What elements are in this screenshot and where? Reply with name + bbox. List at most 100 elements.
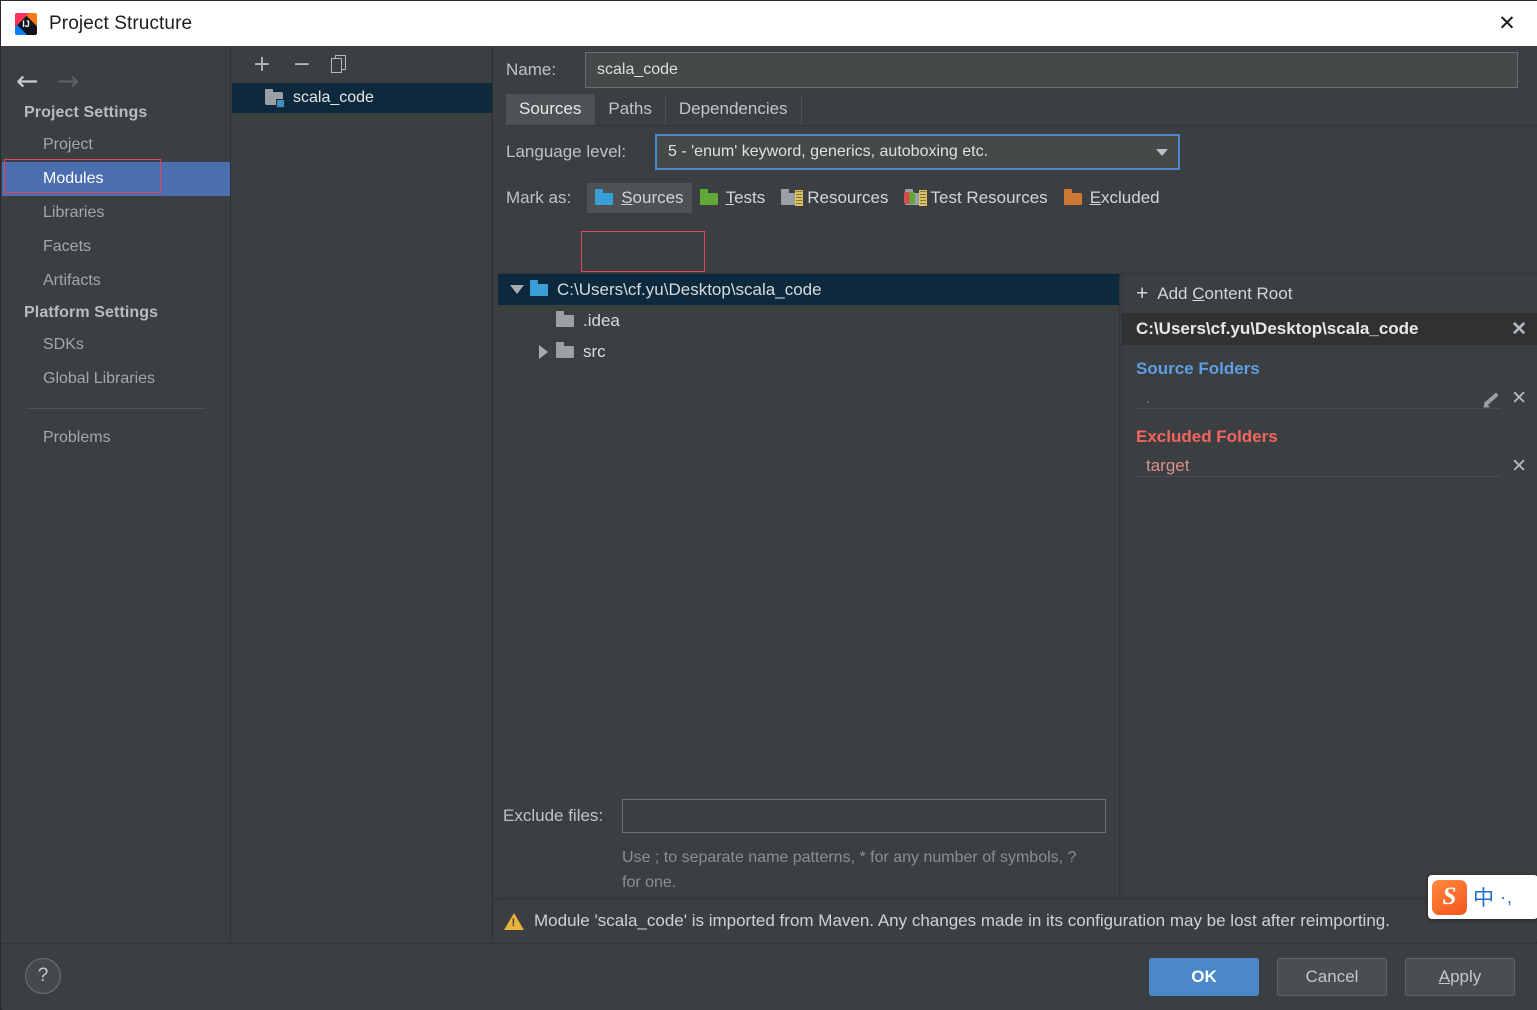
language-level-label: Language level:: [506, 142, 627, 161]
tree-row[interactable]: C:\Users\cf.yu\Desktop\scala_code: [498, 274, 1119, 305]
sidebar-item-modules[interactable]: Modules: [2, 162, 230, 196]
sidebar-item-global-libraries[interactable]: Global Libraries: [2, 362, 230, 396]
warning-icon: [504, 912, 524, 930]
excluded-folder-entry[interactable]: target ✕: [1122, 451, 1537, 481]
chevron-down-icon[interactable]: [504, 285, 530, 294]
excluded-folder-name: target: [1146, 456, 1190, 475]
mark-as-test-resources-button[interactable]: Test Resources: [897, 183, 1056, 213]
ime-punctuation-icon[interactable]: ·,: [1500, 887, 1513, 908]
module-list-item[interactable]: scala_code: [232, 83, 492, 113]
exclude-files-input[interactable]: [622, 799, 1106, 833]
tab-sources[interactable]: Sources: [506, 94, 596, 125]
cancel-button[interactable]: Cancel: [1277, 958, 1387, 996]
sogou-ime-toolbar[interactable]: S 中 ·,: [1428, 875, 1537, 919]
excluded-folders-title: Excluded Folders: [1136, 427, 1278, 446]
tab-paths[interactable]: Paths: [595, 94, 666, 125]
mark-as-excluded-label: Excluded: [1089, 188, 1160, 207]
remove-excluded-folder-icon[interactable]: ✕: [1511, 457, 1527, 476]
exclude-files-row: Exclude files:: [498, 799, 1120, 833]
add-module-button[interactable]: +: [251, 53, 273, 76]
mark-as-resources-button[interactable]: Resources: [773, 183, 896, 213]
folder-orange-icon: [1063, 188, 1083, 206]
mark-as-test-resources-label: Test Resources: [930, 188, 1048, 207]
sidebar-divider: [26, 408, 206, 409]
folder-blue-icon: [595, 188, 614, 206]
folder-gray-icon: [556, 311, 575, 328]
sidebar-group-platform-settings: Platform Settings: [24, 304, 159, 321]
source-folder-entry[interactable]: . ✕: [1122, 383, 1537, 413]
mark-as-resources-label: Resources: [807, 188, 889, 207]
module-name-row: Name: scala_code: [494, 46, 1537, 94]
ime-mode-icon[interactable]: 中: [1473, 882, 1494, 912]
edit-pencil-icon[interactable]: [1483, 390, 1500, 407]
tree-row-label: .idea: [583, 310, 620, 330]
entry-underline: [1136, 408, 1501, 409]
remove-source-folder-icon[interactable]: ✕: [1511, 389, 1527, 408]
forward-arrow-icon[interactable]: →: [57, 68, 80, 95]
close-icon[interactable]: ✕: [1476, 1, 1537, 46]
sidebar-item-problems[interactable]: Problems: [2, 421, 230, 455]
module-list-panel: + − scala_code: [232, 46, 493, 942]
mark-as-tests-label: Tests: [725, 188, 766, 207]
tree-row-label: C:\Users\cf.yu\Desktop\scala_code: [557, 279, 822, 299]
exclude-files-block: Exclude files: Use ; to separate name pa…: [498, 799, 1120, 895]
tree-row[interactable]: .idea: [498, 305, 1119, 336]
maven-warning-text: Module 'scala_code' is imported from Mav…: [534, 911, 1390, 930]
sidebar-item-facets[interactable]: Facets: [2, 230, 230, 264]
maven-warning-strip: Module 'scala_code' is imported from Mav…: [494, 899, 1537, 942]
language-level-select[interactable]: 5 - 'enum' keyword, generics, autoboxing…: [655, 134, 1180, 170]
sidebar-item-artifacts[interactable]: Artifacts: [2, 264, 230, 298]
mark-as-sources-label: Sources: [621, 188, 684, 207]
tree-row[interactable]: src: [498, 336, 1119, 367]
content-root-header: C:\Users\cf.yu\Desktop\scala_code ✕: [1122, 313, 1537, 345]
nav-history-controls: ← →: [2, 46, 230, 98]
dialog-buttons: OK Cancel Apply: [1149, 958, 1515, 996]
folder-resources-icon: [781, 188, 804, 206]
language-level-value: 5 - 'enum' keyword, generics, autoboxing…: [668, 143, 989, 160]
module-list-item-label: scala_code: [293, 89, 374, 106]
help-button[interactable]: ?: [25, 958, 61, 994]
sidebar-item-libraries[interactable]: Libraries: [2, 196, 230, 230]
chevron-down-icon: [1156, 148, 1168, 156]
remove-module-button[interactable]: −: [291, 53, 313, 76]
tab-dependencies[interactable]: Dependencies: [666, 94, 802, 125]
apply-button[interactable]: Apply: [1405, 958, 1515, 996]
window-titlebar: Project Structure ✕: [1, 1, 1537, 46]
plus-icon: +: [1136, 282, 1149, 305]
module-name-label: Name:: [506, 60, 557, 79]
intellij-idea-icon: [15, 12, 37, 35]
content-root-path: C:\Users\cf.yu\Desktop\scala_code: [1136, 319, 1419, 338]
mark-as-sources-button[interactable]: Sources: [587, 183, 692, 213]
add-content-root-button[interactable]: + Add Content Root: [1122, 274, 1537, 313]
mark-as-label: Mark as:: [506, 188, 572, 207]
remove-content-root-icon[interactable]: ✕: [1511, 320, 1527, 339]
ok-button[interactable]: OK: [1149, 958, 1259, 996]
module-name-input[interactable]: scala_code: [585, 52, 1518, 88]
module-tabs: Sources Paths Dependencies: [506, 94, 1537, 126]
folder-test-resources-icon: [903, 188, 927, 206]
tree-row-label: src: [583, 341, 606, 361]
entry-underline: [1136, 476, 1501, 477]
copy-module-icon[interactable]: [331, 54, 351, 75]
dialog-footer: ? OK Cancel Apply: [2, 943, 1537, 1010]
back-arrow-icon[interactable]: ←: [16, 68, 39, 95]
sogou-logo-icon[interactable]: S: [1432, 879, 1467, 915]
mark-as-excluded-button[interactable]: Excluded: [1056, 183, 1168, 213]
folder-gray-icon: [556, 342, 575, 359]
sidebar-group-project-settings: Project Settings: [24, 104, 148, 121]
source-folder-actions: ✕: [1483, 389, 1527, 408]
language-level-row: Language level: 5 - 'enum' keyword, gene…: [494, 126, 1537, 178]
source-folder-name: .: [1146, 390, 1150, 406]
module-toolbar: + −: [232, 46, 492, 83]
module-folder-icon: [265, 89, 285, 108]
sidebar-item-project[interactable]: Project: [2, 128, 230, 162]
sidebar-item-sdks[interactable]: SDKs: [2, 328, 230, 362]
project-structure-dialog: Project Structure ✕ ← → Project Settings…: [0, 0, 1537, 1010]
mark-as-row: Mark as: Sources Tests Resources Test Re…: [494, 178, 1537, 218]
chevron-right-icon[interactable]: [530, 344, 556, 359]
exclude-files-label: Exclude files:: [503, 806, 604, 825]
mark-as-tests-button[interactable]: Tests: [692, 183, 774, 213]
folder-green-icon: [699, 188, 719, 206]
window-title: Project Structure: [49, 12, 193, 34]
content-root-panel: + Add Content Root C:\Users\cf.yu\Deskto…: [1121, 273, 1537, 898]
